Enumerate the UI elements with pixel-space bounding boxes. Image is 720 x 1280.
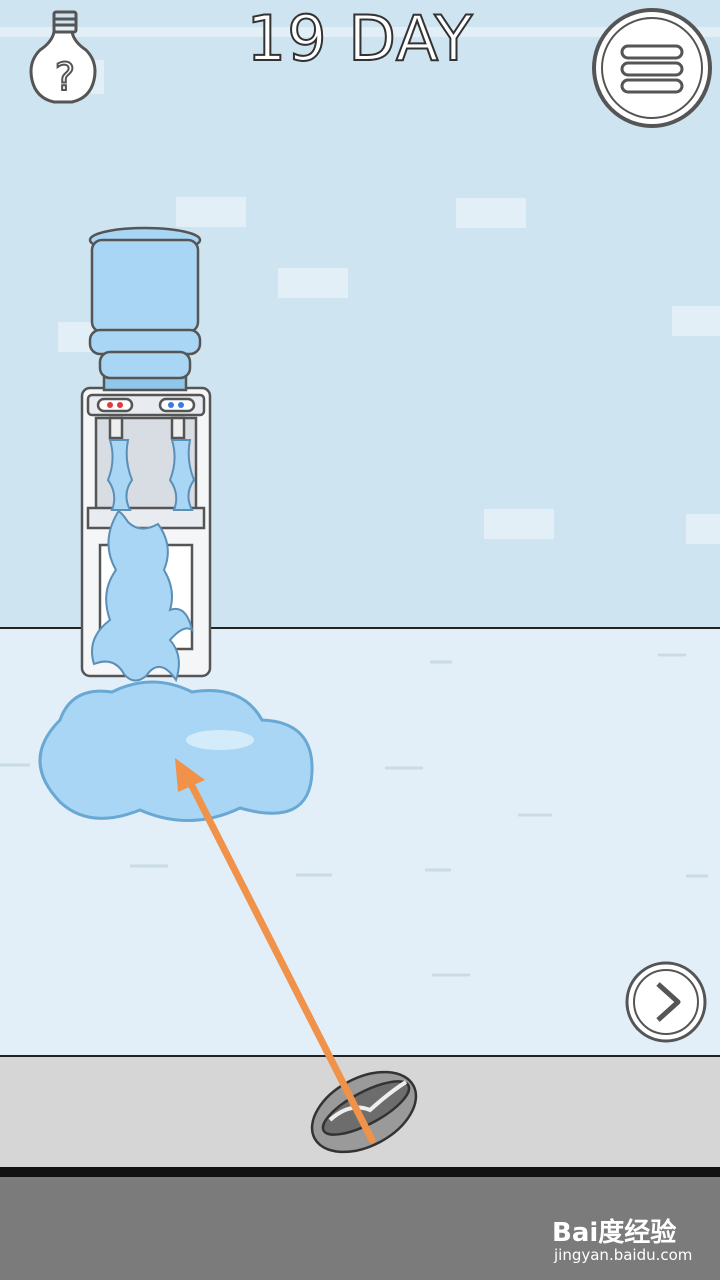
- water-puddle[interactable]: [38, 680, 314, 822]
- hot-dog[interactable]: [299, 1056, 430, 1169]
- watermark-logo: Bai度经验: [552, 1218, 677, 1248]
- hint-button[interactable]: ?: [28, 8, 102, 108]
- next-button[interactable]: [624, 960, 708, 1044]
- watermark: Bai度经验 jingyan.baidu.com: [552, 1212, 712, 1272]
- chevron-right-icon: [625, 961, 707, 1043]
- annotation-arrow: [175, 758, 376, 1144]
- game-scene: 19 DAY ?: [0, 0, 720, 1170]
- svg-text:?: ?: [55, 55, 75, 99]
- hamburger-menu-icon: [592, 8, 712, 128]
- puddle-highlight: [186, 730, 254, 750]
- watermark-site: jingyan.baidu.com: [554, 1246, 693, 1264]
- scene-drawing: [0, 226, 708, 1169]
- lightbulb-question-icon: ?: [29, 10, 97, 104]
- menu-button[interactable]: [590, 6, 714, 130]
